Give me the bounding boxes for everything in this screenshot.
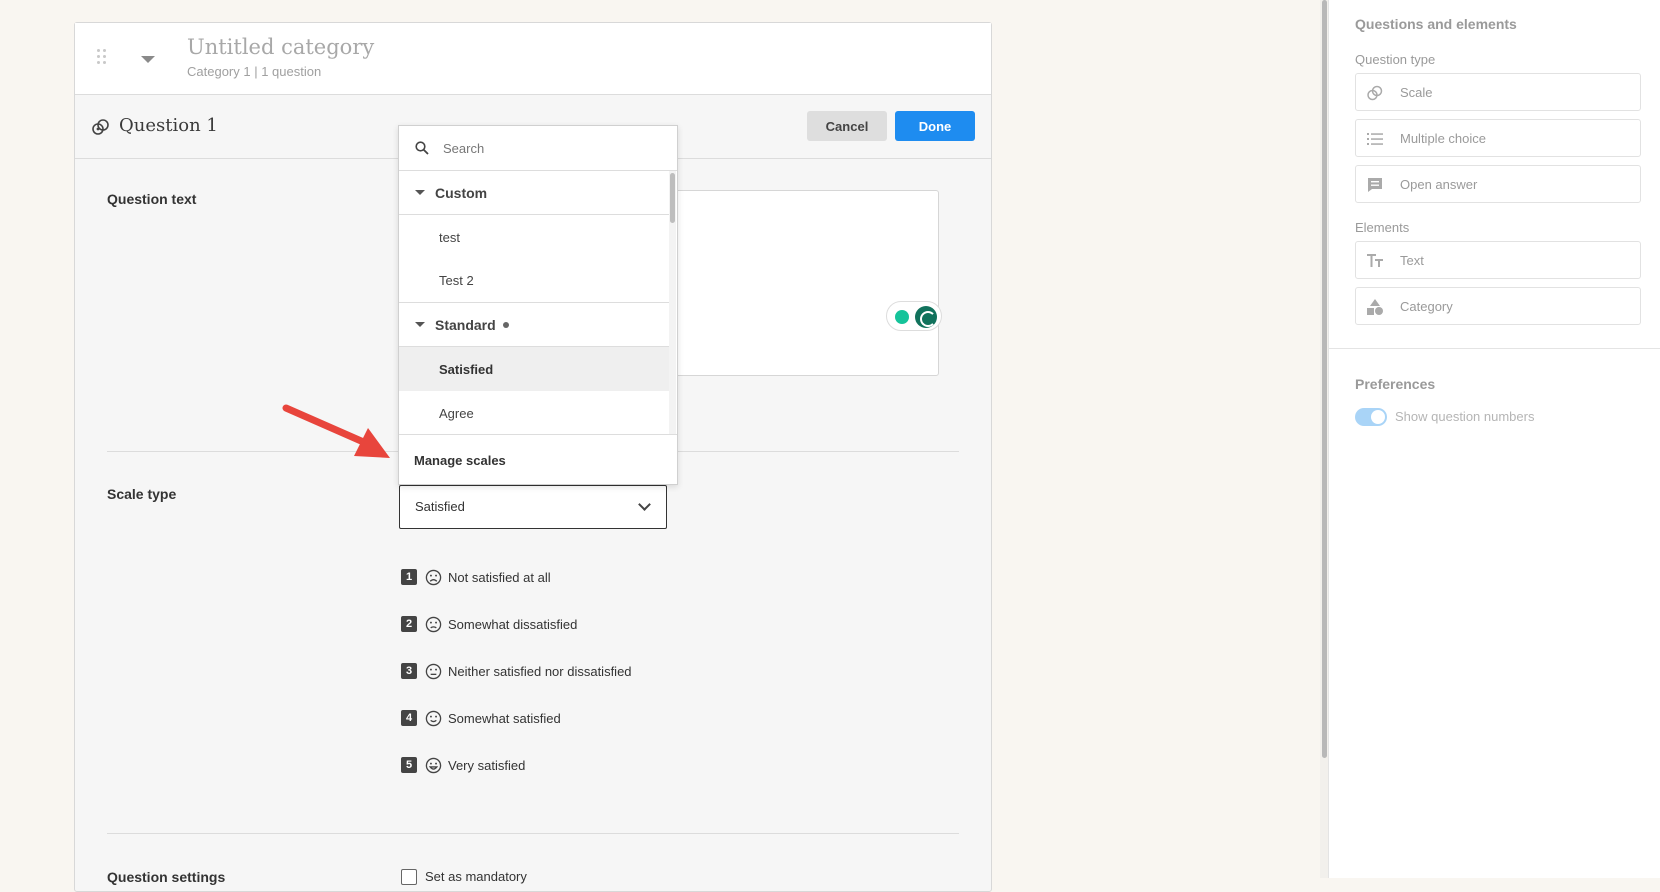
question-settings-label: Question settings <box>107 869 226 885</box>
grammarly-icon <box>915 306 937 328</box>
scale-number: 2 <box>401 616 417 632</box>
done-button[interactable]: Done <box>895 111 975 141</box>
shapes-icon <box>1367 299 1383 315</box>
item-label: Scale <box>1400 85 1433 100</box>
search-input[interactable] <box>441 138 661 158</box>
scale-item: 1 Not satisfied at all <box>401 567 551 587</box>
very-sad-face-icon <box>425 569 442 585</box>
question-type-multiple-choice[interactable]: Multiple choice <box>1355 119 1641 157</box>
mandatory-checkbox[interactable] <box>401 869 417 885</box>
caret-down-icon <box>415 322 425 327</box>
default-dot-icon <box>502 321 509 328</box>
preferences-title: Preferences <box>1355 376 1436 392</box>
dropdown-option[interactable]: Agree <box>399 391 671 434</box>
scale-item: 5 Very satisfied <box>401 755 525 775</box>
question-type-scale[interactable]: Scale <box>1355 73 1641 111</box>
page-scrollbar[interactable] <box>1320 0 1328 878</box>
collapse-chevron-icon[interactable] <box>141 56 155 63</box>
scale-label: Somewhat dissatisfied <box>448 616 578 632</box>
manage-scales-link[interactable]: Manage scales <box>399 434 677 485</box>
mandatory-label: Set as mandatory <box>425 869 527 884</box>
scale-number: 1 <box>401 569 417 585</box>
scale-label: Neither satisfied nor dissatisfied <box>448 663 632 679</box>
list-icon <box>1367 133 1383 145</box>
sad-face-icon <box>425 616 442 632</box>
scale-icon <box>1367 85 1383 101</box>
question-title: Question 1 <box>119 115 218 136</box>
neutral-face-icon <box>425 663 442 679</box>
item-label: Open answer <box>1400 177 1478 192</box>
happy-face-icon <box>425 757 442 773</box>
scale-icon <box>92 119 109 135</box>
elements-label: Elements <box>1355 220 1410 235</box>
drag-handle-icon[interactable] <box>97 49 109 67</box>
element-text[interactable]: Text <box>1355 241 1641 279</box>
scale-number: 4 <box>401 710 417 726</box>
scale-item: 2 Somewhat dissatisfied <box>401 614 577 634</box>
dropdown-option-selected[interactable]: Satisfied <box>399 347 671 391</box>
group-header-custom[interactable]: Custom <box>399 171 671 215</box>
chat-icon <box>1368 178 1382 192</box>
item-label: Multiple choice <box>1400 131 1486 146</box>
grammarly-widget[interactable] <box>886 301 942 331</box>
scale-type-value: Satisfied <box>415 499 465 514</box>
show-numbers-toggle[interactable] <box>1355 408 1387 426</box>
scale-type-select[interactable]: Satisfied <box>399 485 667 529</box>
group-label: Custom <box>435 184 488 201</box>
divider <box>107 833 959 834</box>
caret-down-icon <box>415 190 425 195</box>
scale-label: Somewhat satisfied <box>448 710 561 726</box>
scale-number: 5 <box>401 757 417 773</box>
annotation-arrow-icon <box>282 404 390 458</box>
category-subtitle: Category 1 | 1 question <box>187 64 322 79</box>
search-icon <box>415 141 429 155</box>
item-label: Text <box>1400 253 1424 268</box>
question-type-label: Question type <box>1355 52 1436 67</box>
scale-type-label: Scale type <box>107 486 177 502</box>
smile-face-icon <box>425 710 442 726</box>
category-header: Untitled category Category 1 | 1 questio… <box>75 23 991 95</box>
panel-divider <box>1329 348 1660 349</box>
item-label: Category <box>1400 299 1453 314</box>
lightbulb-icon <box>895 310 909 324</box>
category-title[interactable]: Untitled category <box>187 35 374 59</box>
scale-dropdown-menu: Custom test Test 2 Standard Satisfied Ag… <box>398 125 678 485</box>
scale-label: Very satisfied <box>448 757 526 773</box>
show-numbers-label: Show question numbers <box>1395 409 1535 424</box>
scale-number: 3 <box>401 663 417 679</box>
dropdown-search <box>399 126 677 171</box>
chevron-down-icon <box>638 498 651 511</box>
question-text-label: Question text <box>107 191 197 207</box>
dropdown-option[interactable]: Test 2 <box>399 259 671 303</box>
scale-label: Not satisfied at all <box>448 569 551 585</box>
scale-item: 3 Neither satisfied nor dissatisfied <box>401 661 632 681</box>
cancel-button[interactable]: Cancel <box>807 111 887 141</box>
group-header-standard[interactable]: Standard <box>399 303 671 347</box>
group-label: Standard <box>435 316 496 333</box>
scale-item: 4 Somewhat satisfied <box>401 708 561 728</box>
element-category[interactable]: Category <box>1355 287 1641 325</box>
dropdown-list: Custom test Test 2 Standard Satisfied Ag… <box>399 171 671 434</box>
questions-elements-panel: Questions and elements Question type Sca… <box>1328 0 1660 878</box>
question-type-open-answer[interactable]: Open answer <box>1355 165 1641 203</box>
dropdown-scrollbar[interactable] <box>669 171 676 434</box>
dropdown-option[interactable]: test <box>399 215 671 259</box>
panel-title: Questions and elements <box>1355 16 1517 32</box>
text-icon <box>1367 254 1383 267</box>
